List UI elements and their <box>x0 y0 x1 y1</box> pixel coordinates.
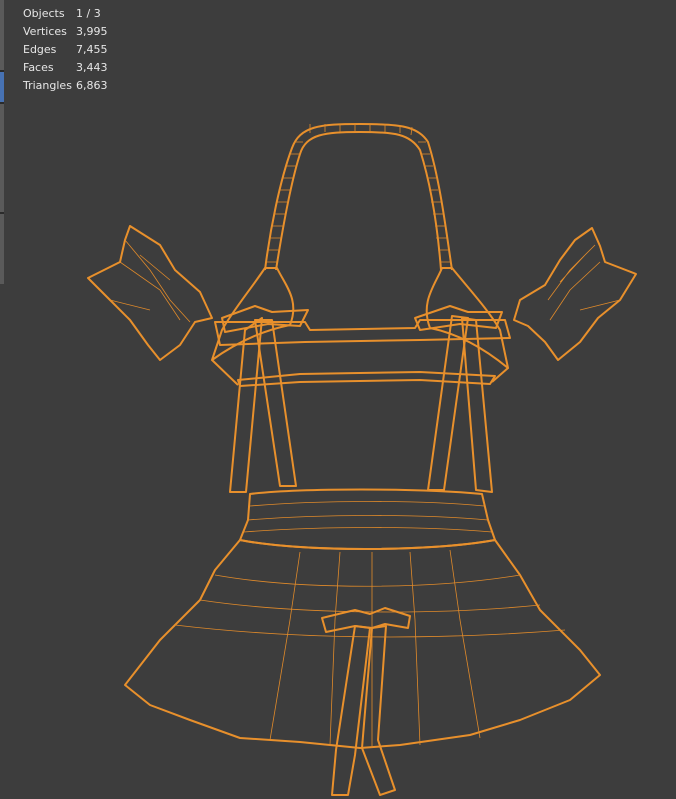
halter-strap <box>264 123 453 271</box>
right-sleeve <box>513 227 637 361</box>
left-sleeve <box>87 225 213 361</box>
wireframe-mesh[interactable] <box>0 0 676 799</box>
skirt-body <box>124 539 601 749</box>
skirt-waistband <box>239 488 496 550</box>
3d-viewport[interactable]: Objects 1 / 3 Vertices 3,995 Edges 7,455… <box>0 0 676 799</box>
